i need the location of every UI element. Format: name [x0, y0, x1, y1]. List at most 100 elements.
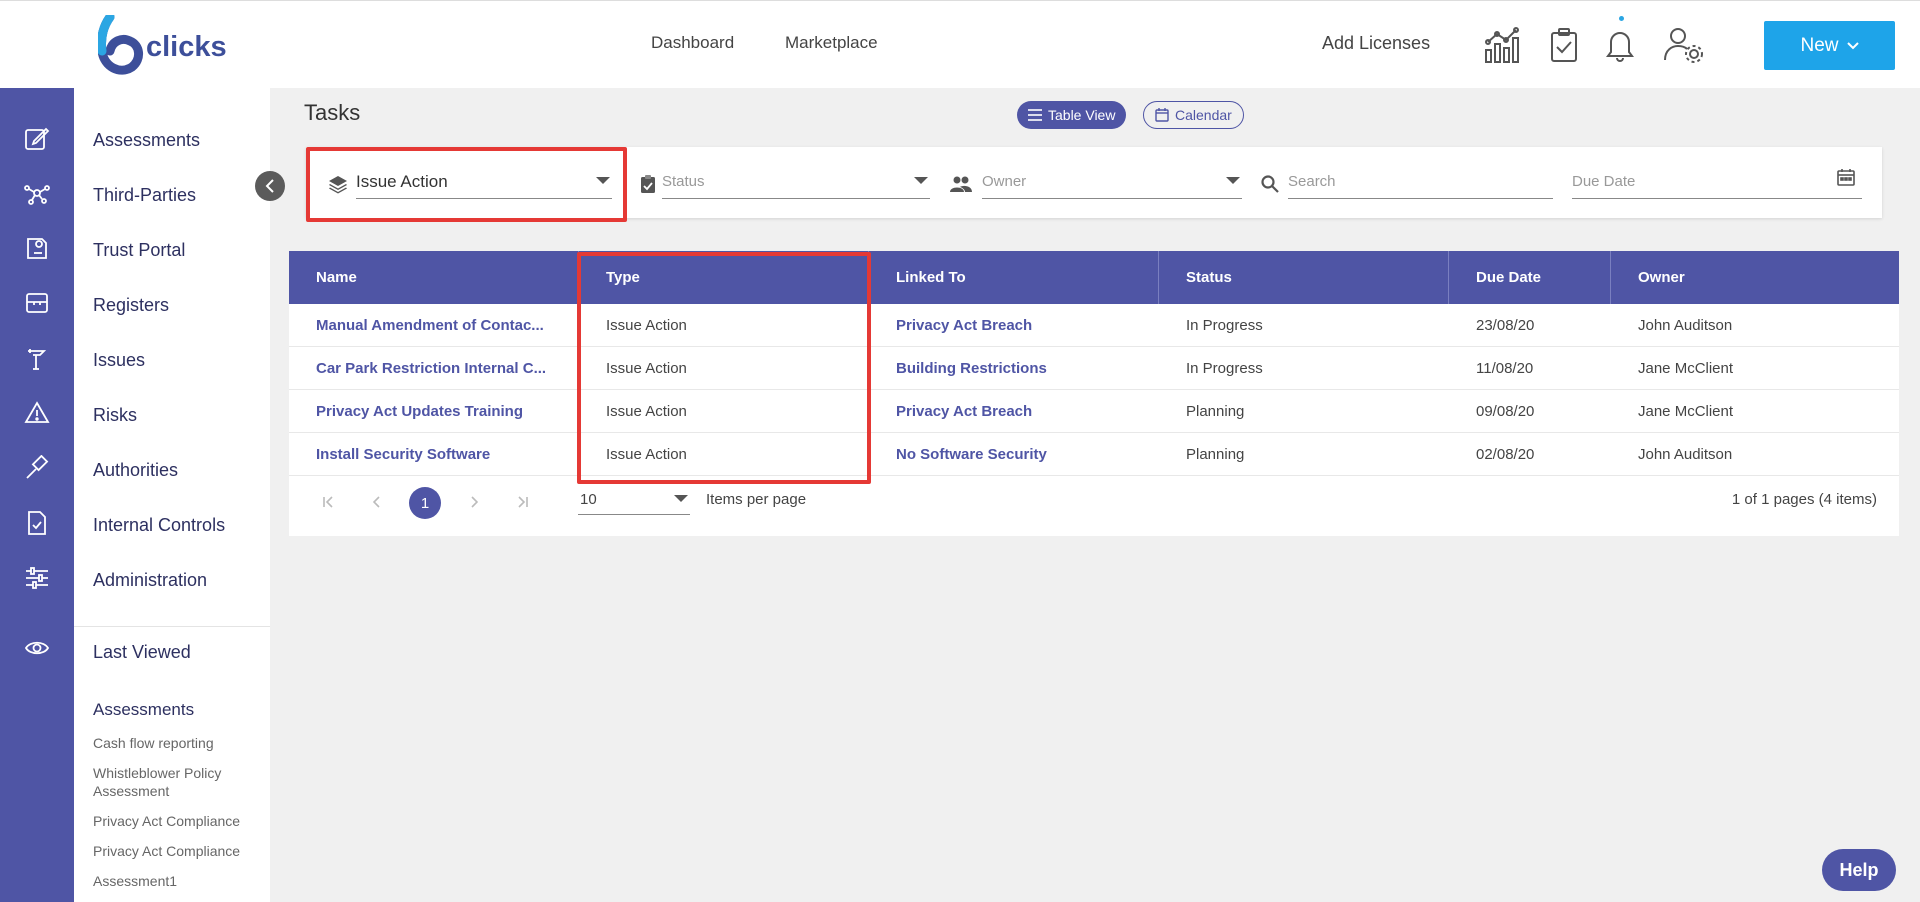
sidebar-item-administration[interactable]: Administration	[93, 570, 207, 591]
column-header-owner[interactable]: Owner	[1611, 251, 1899, 304]
page-size-select[interactable]: 10	[578, 485, 690, 515]
task-status: Planning	[1186, 446, 1245, 463]
registers-icon[interactable]	[22, 288, 52, 318]
calendar-view-toggle[interactable]: Calendar	[1143, 101, 1244, 129]
task-due-date: 11/08/20	[1476, 360, 1534, 377]
linked-to-link[interactable]: No Software Security	[869, 433, 1159, 476]
list-icon	[1028, 109, 1042, 121]
highlight-type-filter	[306, 147, 627, 222]
linked-to-link[interactable]: Privacy Act Breach	[869, 304, 1159, 347]
task-name-link[interactable]: Car Park Restriction Internal C...	[289, 347, 579, 390]
new-button-label: New	[1800, 34, 1839, 56]
eye-icon[interactable]	[22, 633, 52, 663]
last-viewed-item[interactable]: Privacy Act Compliance	[93, 812, 263, 830]
sidebar-item-trust-portal[interactable]: Trust Portal	[93, 240, 185, 261]
clipboard-status-icon	[637, 173, 659, 195]
help-button[interactable]: Help	[1822, 849, 1896, 891]
network-icon[interactable]	[22, 178, 52, 208]
add-licenses-link[interactable]: Add Licenses	[1322, 33, 1430, 54]
side-menu: Assessments Third-Parties Trust Portal R…	[74, 88, 270, 902]
table-row[interactable]: Install Security Software Issue Action N…	[289, 433, 1899, 476]
current-page-button[interactable]: 1	[409, 487, 441, 519]
last-viewed-item[interactable]: Privacy Act Compliance	[93, 842, 263, 860]
sidebar-item-registers[interactable]: Registers	[93, 295, 169, 316]
new-button[interactable]: New	[1764, 21, 1895, 70]
pagination: 1 10 Items per page 1 of 1 pages (4 item…	[289, 477, 1899, 527]
gavel-icon[interactable]	[22, 453, 52, 483]
last-viewed-item[interactable]: Assessment1	[93, 872, 263, 890]
nav-marketplace[interactable]: Marketplace	[785, 33, 878, 53]
portal-icon[interactable]	[22, 233, 52, 263]
task-due-date: 02/08/20	[1476, 446, 1535, 463]
linked-to-link[interactable]: Building Restrictions	[869, 347, 1159, 390]
users-icon	[950, 173, 972, 195]
table-header: Name Type Linked To Status Due Date Owne…	[289, 251, 1899, 304]
last-viewed-item[interactable]: Whistleblower Policy Assessment	[93, 764, 263, 800]
task-owner: John Auditson	[1638, 446, 1733, 463]
pagination-info: 1 of 1 pages (4 items)	[1731, 491, 1877, 508]
bell-icon[interactable]	[1598, 23, 1642, 67]
table-view-label: Table View	[1048, 107, 1116, 123]
column-header-name[interactable]: Name	[289, 251, 579, 304]
clipboard-check-icon[interactable]	[1542, 23, 1586, 67]
chevron-down-icon	[1846, 41, 1859, 49]
table-row[interactable]: Privacy Act Updates Training Issue Actio…	[289, 390, 1899, 433]
first-page-icon[interactable]	[317, 491, 339, 513]
table-view-toggle[interactable]: Table View	[1017, 101, 1127, 129]
sidebar-item-internal-controls[interactable]: Internal Controls	[93, 515, 225, 536]
top-bar: clicks Dashboard Marketplace Add License…	[0, 0, 1920, 88]
warning-icon[interactable]	[22, 398, 52, 428]
task-name-link[interactable]: Install Security Software	[289, 433, 579, 476]
task-owner: Jane McClient	[1638, 403, 1734, 420]
user-settings-icon[interactable]	[1662, 23, 1706, 67]
nav-dashboard[interactable]: Dashboard	[651, 33, 734, 53]
next-page-icon[interactable]	[463, 491, 485, 513]
dropdown-caret-icon	[914, 177, 928, 184]
sidebar-item-authorities[interactable]: Authorities	[93, 460, 178, 481]
linked-to-link[interactable]: Privacy Act Breach	[869, 390, 1159, 433]
calendar-picker-icon[interactable]	[1835, 166, 1857, 188]
task-status: In Progress	[1186, 360, 1263, 377]
column-header-status[interactable]: Status	[1159, 251, 1449, 304]
search-icon	[1259, 173, 1281, 195]
logo-mark-icon	[98, 15, 143, 75]
previous-page-icon[interactable]	[366, 491, 388, 513]
task-due-date: 09/08/20	[1476, 403, 1535, 420]
task-status: In Progress	[1186, 317, 1263, 334]
icon-rail	[0, 88, 74, 902]
sidebar-item-assessments[interactable]: Assessments	[93, 130, 200, 151]
search-input[interactable]: Search	[1288, 165, 1553, 199]
table-row[interactable]: Car Park Restriction Internal C... Issue…	[289, 347, 1899, 390]
owner-filter-select[interactable]: Owner	[982, 165, 1242, 199]
task-name-link[interactable]: Privacy Act Updates Training	[289, 390, 579, 433]
edit-icon[interactable]	[22, 123, 52, 153]
analytics-chart-icon[interactable]	[1481, 23, 1525, 67]
last-page-icon[interactable]	[512, 491, 534, 513]
page-title: Tasks	[304, 100, 361, 125]
sliders-icon[interactable]	[22, 563, 52, 593]
column-header-due-date[interactable]: Due Date	[1449, 251, 1611, 304]
issues-icon[interactable]	[22, 343, 52, 373]
document-check-icon[interactable]	[22, 508, 52, 538]
chevron-left-icon	[265, 179, 274, 193]
status-filter-select[interactable]: Status	[662, 165, 930, 199]
table-row[interactable]: Manual Amendment of Contac... Issue Acti…	[289, 304, 1899, 347]
tasks-table: Name Type Linked To Status Due Date Owne…	[289, 251, 1899, 536]
last-viewed-section: Assessments	[93, 700, 195, 719]
search-placeholder: Search	[1288, 173, 1336, 190]
due-date-picker[interactable]: Due Date	[1572, 165, 1862, 199]
items-per-page-label: Items per page	[706, 491, 807, 508]
task-name-link[interactable]: Manual Amendment of Contac...	[289, 304, 579, 347]
page-size-value: 10	[580, 491, 597, 508]
sidebar-item-risks[interactable]: Risks	[93, 405, 137, 426]
task-due-date: 23/08/20	[1476, 317, 1535, 334]
sidebar-item-third-parties[interactable]: Third-Parties	[93, 185, 196, 206]
last-viewed-title[interactable]: Last Viewed	[93, 642, 191, 663]
last-viewed-item[interactable]: Cash flow reporting	[93, 734, 263, 752]
collapse-sidebar-button[interactable]	[255, 171, 285, 201]
status-filter-placeholder: Status	[662, 173, 705, 190]
calendar-view-label: Calendar	[1175, 107, 1232, 123]
sidebar-item-issues[interactable]: Issues	[93, 350, 145, 371]
brand-logo[interactable]: clicks	[98, 15, 228, 75]
column-header-linked-to[interactable]: Linked To	[869, 251, 1159, 304]
